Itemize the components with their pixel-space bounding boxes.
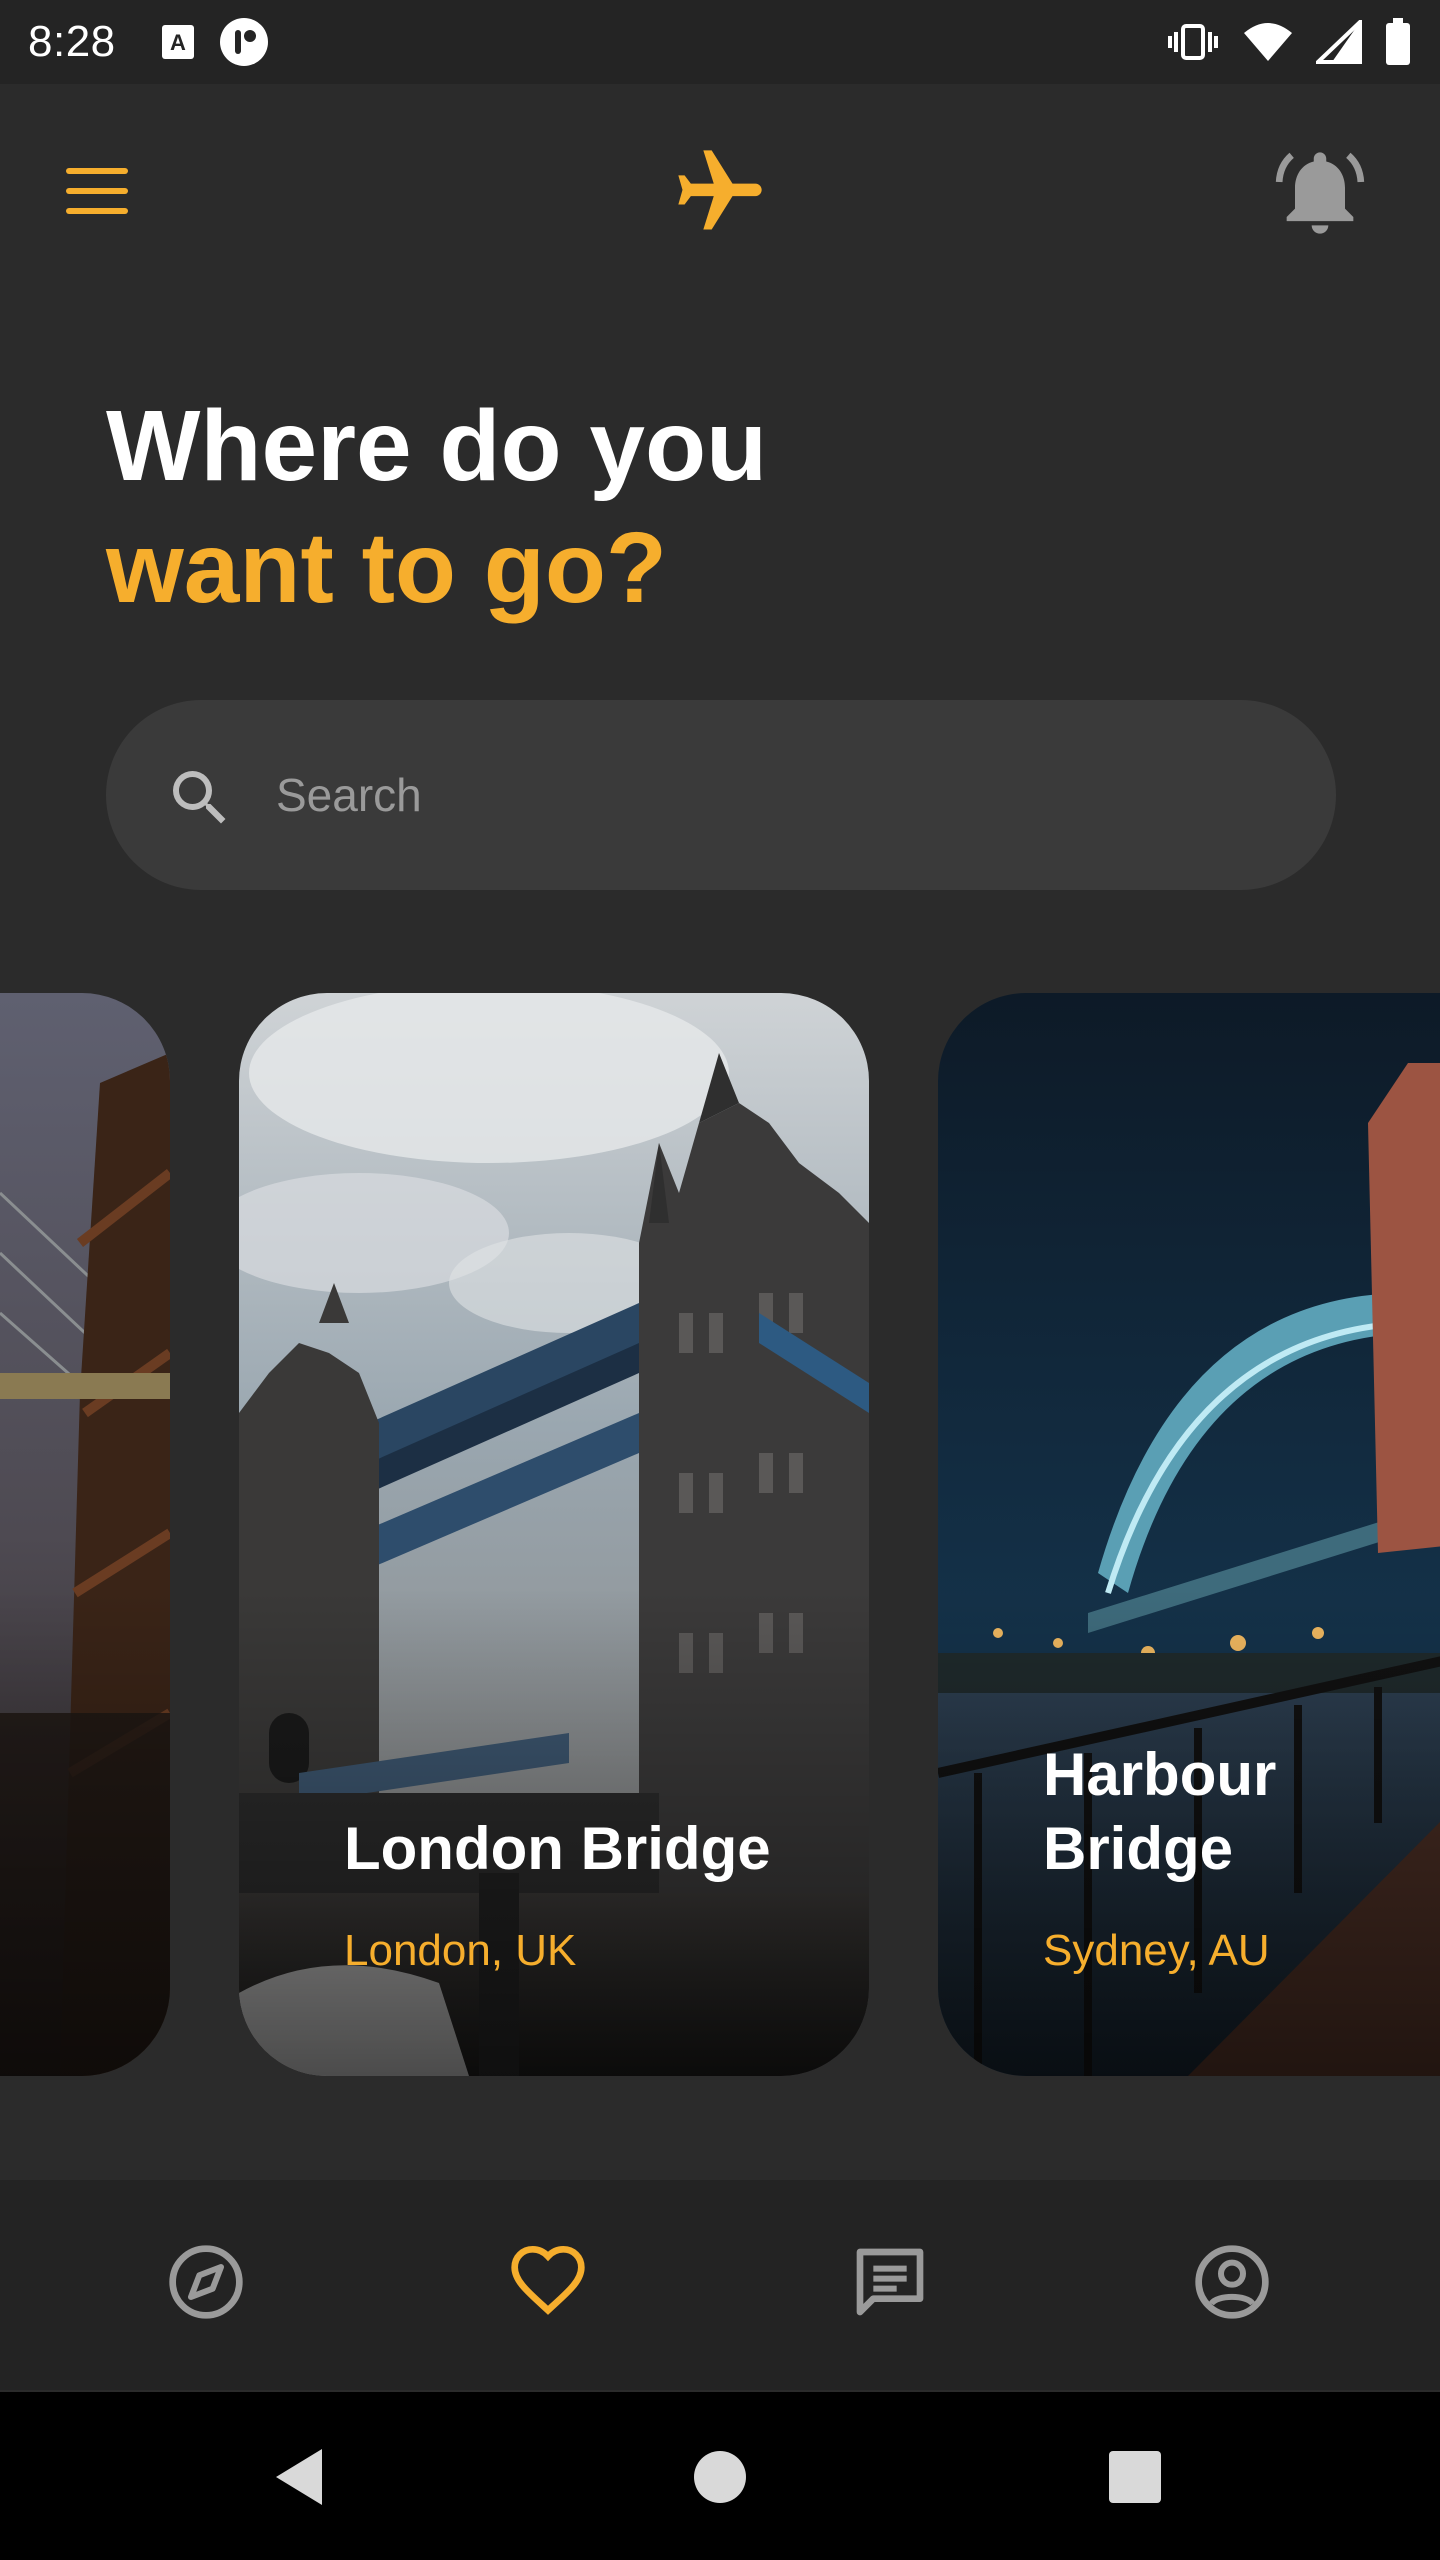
back-button[interactable] [255,2432,345,2522]
vibrate-icon [1168,24,1218,60]
card-shade [239,993,869,2076]
nav-messages[interactable] [840,2232,940,2332]
app-bar [0,84,1440,274]
destination-card-london-bridge[interactable]: London Bridge London, UK [239,993,869,2076]
heading-line-1: Where do you [106,390,768,502]
hamburger-menu-icon [66,168,128,214]
compass-icon [169,2245,243,2319]
heading-line-2: want to go? [106,512,667,624]
alarm-bell-icon [1275,152,1365,234]
card-shade [938,993,1440,2076]
home-circle-icon [694,2451,746,2503]
recents-button[interactable] [1090,2432,1180,2522]
keyboard-a-icon: A [161,25,194,59]
account-circle-icon [1195,2245,1269,2319]
airplane-icon [678,150,762,230]
chat-icon [856,2248,924,2316]
page-heading: Where do you want to go? [106,385,767,629]
heart-icon [511,2245,585,2315]
app-logo [670,142,770,242]
card-location: London, UK [344,1926,577,1975]
system-navigation-bar [0,2392,1440,2560]
nav-favorites[interactable] [498,2232,598,2332]
status-bar: 8:28 A [0,0,1440,84]
card-shade [0,993,170,2076]
notifications-button[interactable] [1270,142,1370,242]
status-time: 8:28 [28,17,116,66]
destination-card[interactable] [0,993,170,2076]
card-title: London Bridge [344,1815,771,1882]
screen: 8:28 A Where do you want to go? Search L… [0,0,1440,2560]
status-right-icons [1166,18,1412,66]
cellular-signal-icon [1316,20,1362,64]
battery-icon [1386,18,1410,65]
recents-square-icon [1109,2451,1161,2503]
status-left-icons: A [160,16,270,68]
home-button[interactable] [675,2432,765,2522]
search-bar[interactable] [106,700,1336,890]
search-input[interactable] [276,740,1276,850]
wifi-icon [1244,23,1292,61]
bottom-navigation [0,2180,1440,2390]
card-title: Harbour Bridge [1043,1741,1277,1882]
card-location: Sydney, AU [1043,1926,1270,1975]
nav-explore[interactable] [156,2232,256,2332]
menu-button[interactable] [52,148,142,238]
svg-text:A: A [170,30,186,55]
destination-card-harbour-bridge[interactable]: Harbour Bridge Sydney, AU [938,993,1440,2076]
nav-profile[interactable] [1182,2232,1282,2332]
app-notification-icon [219,18,268,66]
back-triangle-icon [276,2449,322,2505]
search-icon [173,771,226,824]
